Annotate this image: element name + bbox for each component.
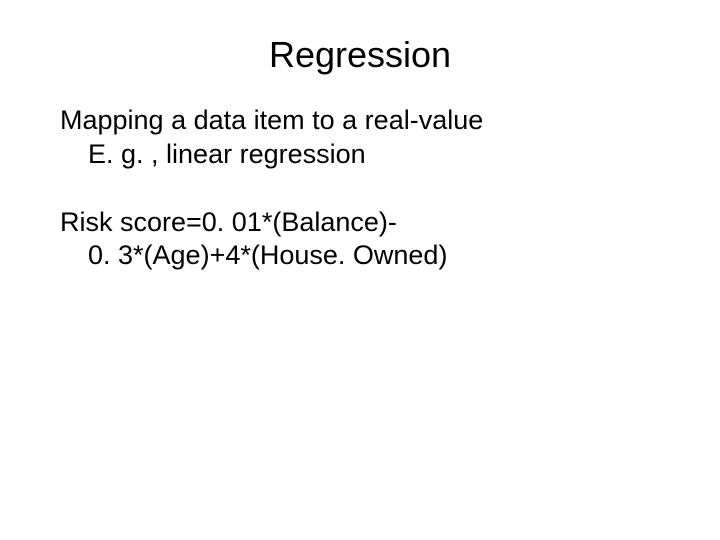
line-formula-1: Risk score=0. 01*(Balance)-	[60, 206, 660, 240]
line-definition: Mapping a data item to a real-value	[60, 104, 660, 138]
slide-title: Regression	[60, 34, 660, 76]
slide: Regression Mapping a data item to a real…	[0, 0, 720, 540]
paragraph-formula: Risk score=0. 01*(Balance)- 0. 3*(Age)+4…	[60, 206, 660, 274]
line-formula-2: 0. 3*(Age)+4*(House. Owned)	[60, 239, 660, 273]
paragraph-definition: Mapping a data item to a real-value E. g…	[60, 104, 660, 172]
slide-body: Mapping a data item to a real-value E. g…	[60, 104, 660, 273]
line-example: E. g. , linear regression	[60, 138, 660, 172]
